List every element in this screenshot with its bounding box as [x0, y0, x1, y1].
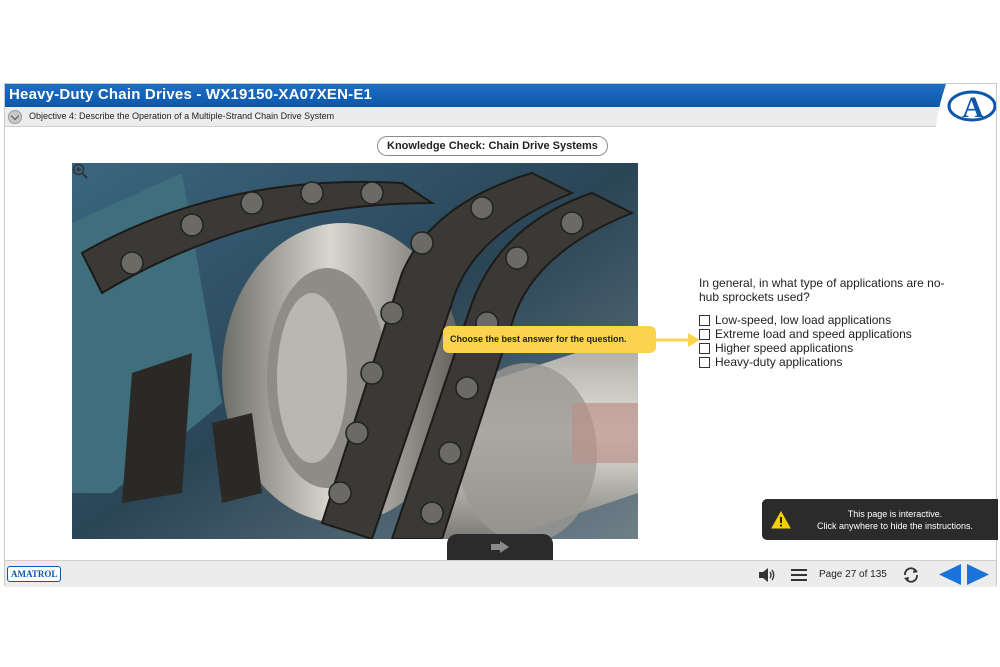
menu-icon[interactable]: [791, 569, 807, 581]
right-arrow-icon: [491, 541, 509, 553]
answer-option-3[interactable]: Higher speed applications: [699, 341, 912, 355]
instruction-callout: Choose the best answer for the question.: [443, 326, 656, 353]
question-text: In general, in what type of applications…: [699, 276, 945, 304]
chevron-down-icon[interactable]: [8, 110, 22, 124]
notice-line-1: This page is interactive.: [847, 509, 943, 519]
section-title: Knowledge Check: Chain Drive Systems: [377, 136, 608, 156]
course-title: Heavy-Duty Chain Drives - WX19150-XA07XE…: [9, 86, 373, 103]
course-window: Heavy-Duty Chain Drives - WX19150-XA07XE…: [4, 83, 998, 587]
amatrol-a-logo-icon: A: [936, 84, 996, 127]
answer-checkbox[interactable]: [699, 342, 710, 354]
footer-bar: AMATROL Page 27 of 135: [5, 560, 996, 587]
answer-label: Higher speed applications: [715, 341, 854, 355]
amatrol-logo: AMATROL: [7, 566, 62, 582]
notice-line-2: Click anywhere to hide the instructions.: [816, 521, 974, 531]
answer-checkbox[interactable]: [699, 314, 710, 326]
interactive-notice[interactable]: This page is interactive. Click anywhere…: [762, 499, 998, 540]
answer-checkbox[interactable]: [699, 356, 710, 368]
refresh-icon[interactable]: [902, 566, 920, 584]
warning-icon: [771, 511, 791, 529]
logo-letter: A: [962, 91, 984, 124]
continue-tab[interactable]: [447, 534, 553, 560]
objective-bar: Objective 4: Describe the Operation of a…: [5, 107, 996, 127]
prev-arrow-icon[interactable]: [939, 564, 961, 585]
answer-option-2[interactable]: Extreme load and speed applications: [699, 327, 912, 341]
answer-label: Low-speed, low load applications: [715, 313, 892, 327]
next-arrow-icon[interactable]: [967, 564, 989, 585]
zoom-in-icon[interactable]: [72, 163, 88, 179]
objective-title: Objective 4: Describe the Operation of a…: [29, 111, 335, 121]
answer-option-4[interactable]: Heavy-duty applications: [699, 355, 912, 369]
page-indicator: Page 27 of 135: [819, 569, 887, 580]
answer-label: Extreme load and speed applications: [715, 327, 912, 341]
answer-label: Heavy-duty applications: [715, 355, 843, 369]
title-bar: Heavy-Duty Chain Drives - WX19150-XA07XE…: [5, 84, 996, 107]
callout-arrow-icon: [656, 333, 700, 347]
answer-option-1[interactable]: Low-speed, low load applications: [699, 313, 912, 327]
answer-options: Low-speed, low load applications Extreme…: [699, 313, 912, 369]
speaker-icon[interactable]: [759, 568, 777, 582]
answer-checkbox[interactable]: [699, 328, 710, 340]
